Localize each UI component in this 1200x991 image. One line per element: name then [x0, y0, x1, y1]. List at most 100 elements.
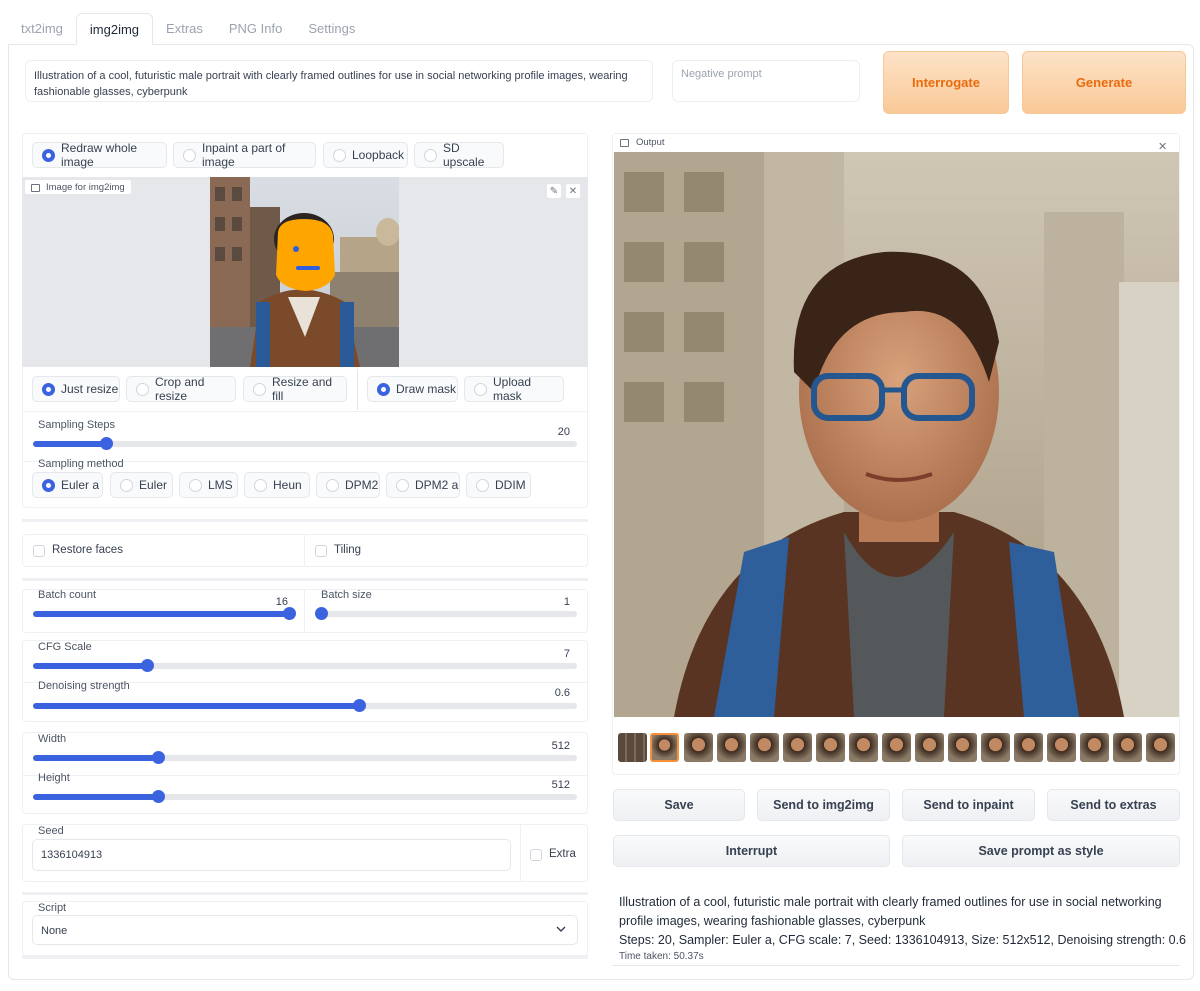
sampler-dpm2-a[interactable]: DPM2 a	[386, 472, 460, 498]
divider	[22, 411, 588, 412]
script-label: Script	[38, 902, 67, 914]
save-prompt-as-style-button[interactable]: Save prompt as style	[902, 835, 1180, 867]
divider	[357, 369, 358, 410]
gallery-thumbnail[interactable]	[1113, 733, 1142, 762]
prompt-input[interactable]: Illustration of a cool, futuristic male …	[25, 60, 653, 102]
tab-bar: txt2img img2img Extras PNG Info Settings	[8, 13, 368, 45]
radio-indicator	[333, 149, 346, 162]
edit-pencil-icon[interactable]: ✎	[546, 183, 562, 199]
radio-indicator	[254, 479, 267, 492]
seed-input[interactable]: 1336104913	[32, 839, 511, 871]
tab-txt2img[interactable]: txt2img	[8, 13, 76, 45]
tab-settings[interactable]: Settings	[295, 13, 368, 45]
gallery-thumbnail[interactable]	[1047, 733, 1076, 762]
mode-inpaint[interactable]: Inpaint a part of image	[173, 141, 316, 169]
tiling-checkbox[interactable]	[315, 545, 327, 557]
output-label: Output	[636, 137, 665, 148]
seed-label: Seed	[38, 825, 64, 837]
radio-indicator	[424, 149, 437, 162]
close-icon[interactable]: ✕	[565, 183, 581, 199]
resize-just-resize[interactable]: Just resize	[32, 376, 120, 402]
send-to-extras-button[interactable]: Send to extras	[1047, 789, 1180, 821]
seed-extra-label: Extra	[549, 848, 576, 860]
width-slider[interactable]	[33, 751, 577, 764]
height-value[interactable]: 512	[520, 779, 570, 791]
gallery-thumbnail[interactable]	[684, 733, 713, 762]
gallery-thumbnail[interactable]	[816, 733, 845, 762]
gallery-thumbnail[interactable]	[981, 733, 1010, 762]
denoising-strength-value[interactable]: 0.6	[520, 687, 570, 699]
batch-size-value[interactable]: 1	[520, 596, 570, 608]
batch-count-value[interactable]: 16	[238, 596, 288, 608]
gallery-thumbnail[interactable]	[1146, 733, 1175, 762]
cfg-scale-value[interactable]: 7	[520, 648, 570, 660]
sampler-euler-a[interactable]: Euler a	[32, 472, 103, 498]
seed-extra-checkbox[interactable]	[530, 849, 542, 861]
batch-size-slider[interactable]	[315, 607, 577, 620]
restore-faces-checkbox[interactable]	[33, 545, 45, 557]
gallery-thumbnail[interactable]	[717, 733, 746, 762]
gallery-thumbnail[interactable]	[1080, 733, 1109, 762]
gallery-thumbnail[interactable]	[1014, 733, 1043, 762]
mask-upload-mask[interactable]: Upload mask	[464, 375, 564, 403]
negative-prompt-input[interactable]: Negative prompt	[672, 60, 860, 102]
send-to-img2img-button[interactable]: Send to img2img	[757, 789, 890, 821]
denoising-strength-label: Denoising strength	[38, 680, 130, 692]
gallery-thumbnail[interactable]	[915, 733, 944, 762]
sampler-ddim[interactable]: DDIM	[466, 472, 531, 498]
generation-info-params: Steps: 20, Sampler: Euler a, CFG scale: …	[619, 933, 1187, 947]
radio-label: LMS	[208, 478, 233, 492]
interrogate-button[interactable]: Interrogate	[883, 51, 1009, 114]
send-to-inpaint-button[interactable]: Send to inpaint	[902, 789, 1035, 821]
sampler-lms[interactable]: LMS	[179, 472, 238, 498]
tab-img2img[interactable]: img2img	[75, 13, 154, 45]
output-label-badge: Output	[616, 135, 665, 150]
image-icon	[31, 183, 40, 192]
sampling-steps-value[interactable]: 20	[520, 426, 570, 438]
denoising-strength-slider[interactable]	[33, 699, 577, 712]
resize-resize-and-fill[interactable]: Resize and fill	[243, 375, 347, 403]
save-button[interactable]: Save	[613, 789, 745, 821]
generate-button[interactable]: Generate	[1022, 51, 1186, 114]
size-panel	[22, 732, 588, 814]
gallery-thumbnail[interactable]	[650, 733, 679, 762]
radio-label: Crop and resize	[155, 375, 205, 403]
radio-label: Euler	[139, 478, 168, 492]
height-slider[interactable]	[33, 790, 577, 803]
image-label-badge: Image for img2img	[24, 179, 132, 195]
radio-label: Redraw whole image	[61, 141, 138, 169]
divider	[22, 775, 588, 776]
sampler-euler[interactable]: Euler	[110, 472, 173, 498]
gallery-thumbnail[interactable]	[750, 733, 779, 762]
gallery-thumbnail[interactable]	[783, 733, 812, 762]
radio-indicator	[42, 479, 55, 492]
mode-loopback[interactable]: Loopback	[323, 142, 408, 168]
batch-count-slider[interactable]	[33, 607, 296, 620]
interrupt-button[interactable]: Interrupt	[613, 835, 890, 867]
sampling-steps-slider[interactable]	[33, 437, 577, 450]
gallery-thumbnail[interactable]	[849, 733, 878, 762]
radio-indicator	[253, 383, 266, 396]
width-value[interactable]: 512	[520, 740, 570, 752]
sampler-heun[interactable]: Heun	[244, 472, 310, 498]
gallery-thumbnail[interactable]	[882, 733, 911, 762]
cfg-scale-slider[interactable]	[33, 659, 577, 672]
resize-crop-and-resize[interactable]: Crop and resize	[126, 375, 236, 403]
divider	[304, 534, 305, 567]
tab-png-info[interactable]: PNG Info	[216, 13, 295, 45]
mode-redraw-whole-image[interactable]: Redraw whole image	[32, 141, 167, 169]
restore-faces-label: Restore faces	[52, 544, 123, 556]
output-image[interactable]	[614, 152, 1179, 717]
radio-label: Resize and fill	[272, 375, 333, 403]
sampler-dpm2[interactable]: DPM2	[316, 472, 380, 498]
image-label: Image for img2img	[46, 182, 125, 193]
radio-label: DPM2 a	[415, 478, 459, 492]
script-select[interactable]: None	[32, 915, 578, 945]
mode-sd-upscale[interactable]: SD upscale	[414, 141, 504, 169]
mask-draw-mask[interactable]: Draw mask	[367, 376, 458, 402]
radio-label: Heun	[273, 478, 302, 492]
tab-extras[interactable]: Extras	[153, 13, 216, 45]
gallery-thumbnail[interactable]	[948, 733, 977, 762]
generation-info-prompt: Illustration of a cool, futuristic male …	[619, 895, 1162, 928]
gallery-grid-thumbnail[interactable]	[618, 733, 647, 762]
